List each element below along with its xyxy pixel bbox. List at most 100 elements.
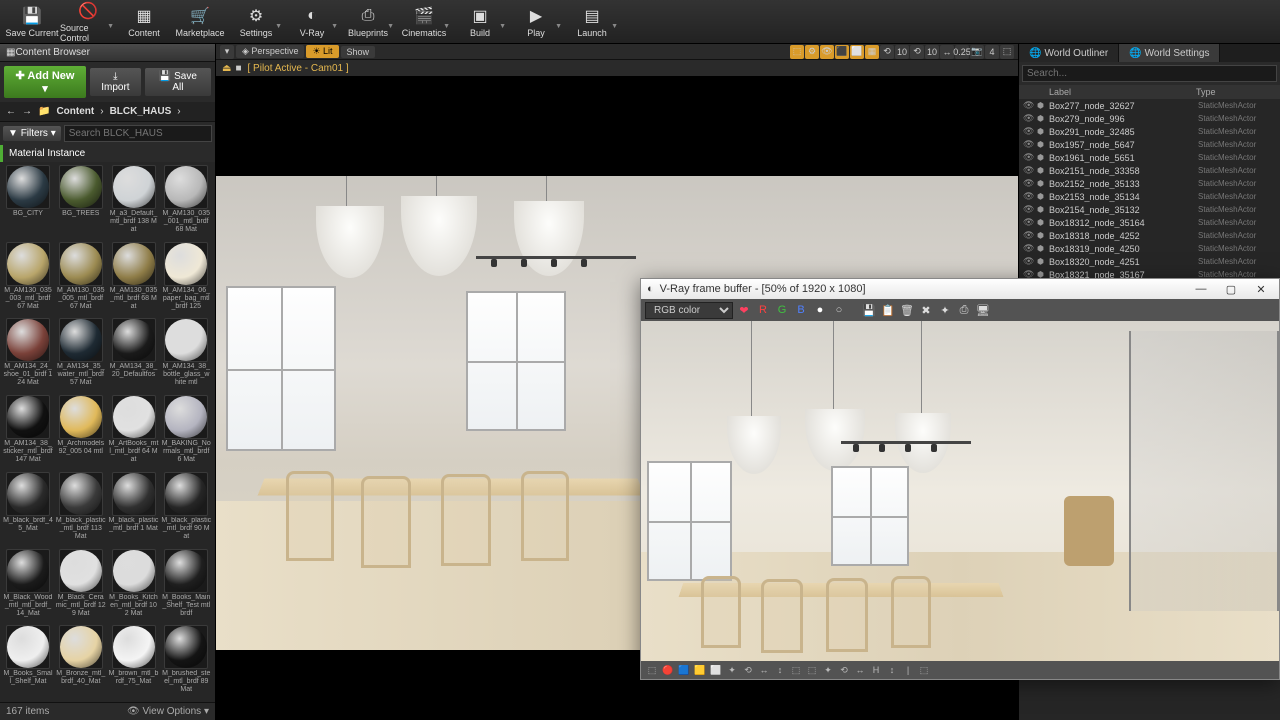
- asset-thumb[interactable]: M_Books_Main_Shelf_Test mtl brdf: [161, 549, 211, 624]
- viewport-tool-icon[interactable]: 4: [985, 45, 999, 59]
- asset-thumb[interactable]: BG_TREES: [56, 165, 106, 240]
- tab-world-outliner[interactable]: 🌐 World Outliner: [1019, 44, 1119, 62]
- vfb-footer-button[interactable]: ↔: [853, 663, 867, 677]
- outliner-row[interactable]: 👁⬢Box18320_node_4251StaticMeshActor: [1019, 255, 1280, 268]
- vfb-tool-button[interactable]: 💾: [861, 302, 877, 318]
- vfb-footer-button[interactable]: ↕: [885, 663, 899, 677]
- asset-thumb[interactable]: M_brushed_steel_mtl_brdf 89 Mat: [161, 625, 211, 700]
- channel-select[interactable]: RGB color: [645, 302, 733, 319]
- vfb-render-view[interactable]: [641, 321, 1279, 661]
- visibility-icon[interactable]: 👁: [1023, 113, 1037, 124]
- minimize-button[interactable]: —: [1189, 283, 1213, 295]
- vfb-tool-button[interactable]: ✦: [937, 302, 953, 318]
- outliner-row[interactable]: 👁⬢Box18319_node_4250StaticMeshActor: [1019, 242, 1280, 255]
- channel-button[interactable]: ❤: [736, 302, 752, 318]
- visibility-icon[interactable]: 👁: [1023, 217, 1037, 228]
- viewport-tool-icon[interactable]: 👁: [820, 45, 834, 59]
- asset-thumb[interactable]: M_AM134_38_sticker_mtl_brdf 147 Mat: [3, 395, 53, 470]
- asset-thumb[interactable]: BG_CITY: [3, 165, 53, 240]
- asset-thumb[interactable]: M_black_plastic_mtl_brdf 1 Mat: [109, 472, 159, 547]
- play-button[interactable]: ▶Play▼: [508, 2, 564, 42]
- vfb-footer-button[interactable]: |: [901, 663, 915, 677]
- viewport-menu-icon[interactable]: ▾: [220, 45, 234, 59]
- vfb-footer-button[interactable]: H: [869, 663, 883, 677]
- asset-thumb[interactable]: M_Black_Wood_mtl_mtl_brdf_14_Mat: [3, 549, 53, 624]
- vfb-footer-button[interactable]: ⟲: [837, 663, 851, 677]
- outliner-row[interactable]: 👁⬢Box279_node_996StaticMeshActor: [1019, 112, 1280, 125]
- viewport-tool-icon[interactable]: ⟲: [910, 45, 924, 59]
- viewport-tool-icon[interactable]: ⬚: [790, 45, 804, 59]
- vfb-footer-button[interactable]: ⬚: [789, 663, 803, 677]
- maximize-button[interactable]: ▢: [1219, 283, 1243, 296]
- visibility-icon[interactable]: 👁: [1023, 165, 1037, 176]
- vfb-footer-button[interactable]: ✦: [821, 663, 835, 677]
- col-type[interactable]: Type: [1196, 87, 1274, 97]
- viewport-tool-icon[interactable]: ↔: [940, 45, 954, 59]
- asset-thumb[interactable]: M_Black_Ceramic_mtl_brdf 129 Mat: [56, 549, 106, 624]
- visibility-icon[interactable]: 👁: [1023, 243, 1037, 254]
- viewport-tool-icon[interactable]: ⚙: [805, 45, 819, 59]
- outliner-row[interactable]: 👁⬢Box1957_node_5647StaticMeshActor: [1019, 138, 1280, 151]
- channel-button[interactable]: B: [793, 302, 809, 318]
- asset-thumb[interactable]: M_black_plastic_mtl_brdf 90 Mat: [161, 472, 211, 547]
- visibility-icon[interactable]: 👁: [1023, 191, 1037, 202]
- content-button[interactable]: ▦Content: [116, 2, 172, 42]
- folder-icon[interactable]: 📁: [38, 106, 50, 117]
- vfb-footer-button[interactable]: ↕: [773, 663, 787, 677]
- close-button[interactable]: ✕: [1249, 283, 1273, 296]
- viewport-tool-icon[interactable]: 0.25: [955, 45, 969, 59]
- asset-thumb[interactable]: M_AM134_06_paper_bag_mtl_brdf 125: [161, 242, 211, 317]
- channel-button[interactable]: ●: [812, 302, 828, 318]
- vfb-footer-button[interactable]: ↔: [757, 663, 771, 677]
- vfb-tool-button[interactable]: ✖: [918, 302, 934, 318]
- viewport-tool-icon[interactable]: ⟲: [880, 45, 894, 59]
- asset-thumb[interactable]: M_AM130_035_001_mtl_brdf 68 Mat: [161, 165, 211, 240]
- asset-thumb[interactable]: M_black_brdf_45_Mat: [3, 472, 53, 547]
- outliner-row[interactable]: 👁⬢Box2154_node_35132StaticMeshActor: [1019, 203, 1280, 216]
- lit-button[interactable]: ☀ Lit: [306, 45, 338, 58]
- viewport-tool-icon[interactable]: ▦: [865, 45, 879, 59]
- nav-back-icon[interactable]: ←: [6, 106, 16, 117]
- viewport-tool-icon[interactable]: ⬜: [850, 45, 864, 59]
- vfb-tool-button[interactable]: 🗑: [899, 302, 915, 318]
- asset-thumb[interactable]: M_Books_Kitchen_mtl_brdf 102 Mat: [109, 549, 159, 624]
- viewport-tool-icon[interactable]: 10: [895, 45, 909, 59]
- content-browser-tab[interactable]: ▦ Content Browser: [0, 44, 215, 62]
- stop-icon[interactable]: ■: [235, 63, 241, 74]
- visibility-icon[interactable]: 👁: [1023, 152, 1037, 163]
- view-options-button[interactable]: 👁 View Options ▾: [127, 706, 209, 717]
- add-new-button[interactable]: ✚ Add New ▾: [4, 66, 86, 98]
- asset-thumb[interactable]: M_AM130_035_003_mtl_brdf 67 Mat: [3, 242, 53, 317]
- vfb-tool-button[interactable]: 📋: [880, 302, 896, 318]
- asset-thumb[interactable]: M_AM134_38_20_Defaultfos: [109, 318, 159, 393]
- viewport-tool-icon[interactable]: ⬚: [1000, 45, 1014, 59]
- market-button[interactable]: 🛒Marketplace: [172, 2, 228, 42]
- vray-button[interactable]: ◐V-Ray▼: [284, 2, 340, 42]
- tab-world-settings[interactable]: 🌐 World Settings: [1119, 44, 1220, 62]
- vfb-tool-button[interactable]: ⎙: [956, 302, 972, 318]
- save-all-button[interactable]: 💾 Save All: [145, 68, 211, 96]
- outliner-row[interactable]: 👁⬢Box277_node_32627StaticMeshActor: [1019, 99, 1280, 112]
- asset-thumb[interactable]: M_AM130_035_mtl_brdf 68 Mat: [109, 242, 159, 317]
- vfb-footer-button[interactable]: ⬚: [805, 663, 819, 677]
- launch-button[interactable]: ▤Launch▼: [564, 2, 620, 42]
- breadcrumb-item[interactable]: BLCK_HAUS: [110, 106, 172, 117]
- nav-fwd-icon[interactable]: →: [22, 106, 32, 117]
- outliner-row[interactable]: 👁⬢Box2153_node_35134StaticMeshActor: [1019, 190, 1280, 203]
- visibility-icon[interactable]: 👁: [1023, 230, 1037, 241]
- bp-button[interactable]: ⎙Blueprints▼: [340, 2, 396, 42]
- vfb-footer-button[interactable]: ⬚: [917, 663, 931, 677]
- vfb-footer-button[interactable]: ⟲: [741, 663, 755, 677]
- outliner-row[interactable]: 👁⬢Box18312_node_35164StaticMeshActor: [1019, 216, 1280, 229]
- asset-thumb[interactable]: M_BAKING_Normals_mtl_brdf 6 Mat: [161, 395, 211, 470]
- vfb-footer-button[interactable]: 🔴: [661, 663, 675, 677]
- viewport-tool-icon[interactable]: 📷: [970, 45, 984, 59]
- channel-button[interactable]: R: [755, 302, 771, 318]
- vfb-footer-button[interactable]: 🟦: [677, 663, 691, 677]
- visibility-icon[interactable]: 👁: [1023, 204, 1037, 215]
- build-button[interactable]: ▣Build▼: [452, 2, 508, 42]
- vfb-footer-button[interactable]: ⬜: [709, 663, 723, 677]
- channel-button[interactable]: G: [774, 302, 790, 318]
- outliner-search-input[interactable]: [1022, 65, 1277, 82]
- cine-button[interactable]: 🎬Cinematics▼: [396, 2, 452, 42]
